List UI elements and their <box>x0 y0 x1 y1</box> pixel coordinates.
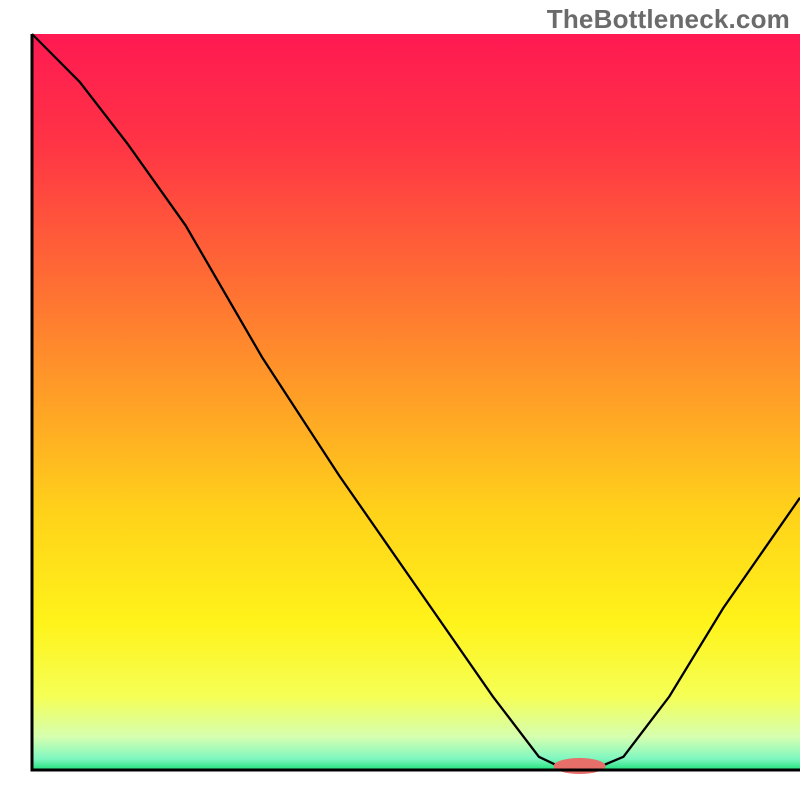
gradient-background <box>32 34 800 770</box>
chart-container: TheBottleneck.com <box>0 0 800 800</box>
bottleneck-chart <box>0 0 800 800</box>
optimum-marker <box>554 758 606 774</box>
